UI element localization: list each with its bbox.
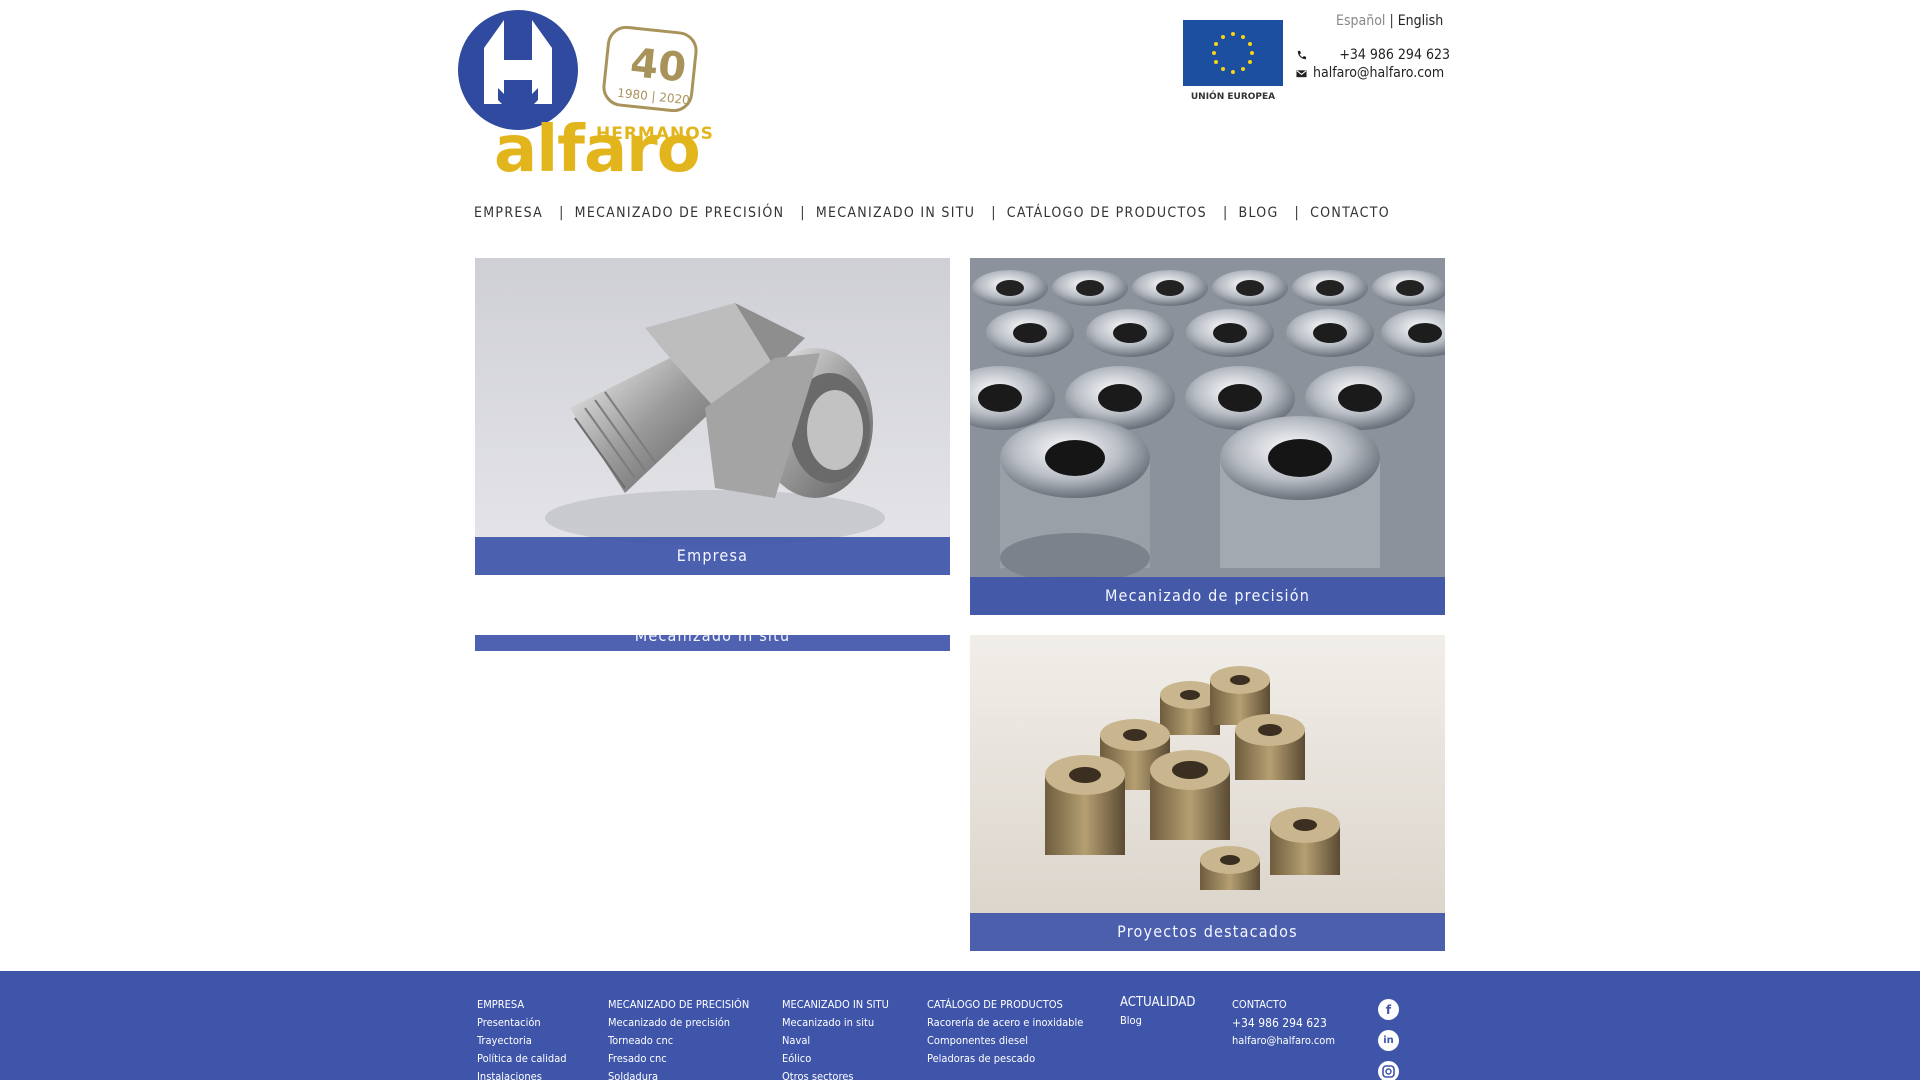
- lang-es-link[interactable]: Español: [1336, 13, 1385, 29]
- footer-link-politica-calidad[interactable]: Política de calidad: [477, 1050, 567, 1068]
- footer-email[interactable]: halfaro@halfaro.com: [1232, 1032, 1335, 1050]
- nav-item-contacto[interactable]: CONTACTO: [1310, 205, 1390, 221]
- machined-rings-photo: [970, 258, 1445, 615]
- tile-proyectos-destacados-label: Proyectos destacados: [970, 913, 1445, 951]
- anniversary-number: 40: [628, 40, 688, 92]
- footer-link-soldadura[interactable]: Soldadura: [608, 1068, 749, 1086]
- nav-separator: |: [1294, 205, 1301, 221]
- header-email-link[interactable]: halfaro@halfaro.com: [1313, 65, 1444, 81]
- footer-col-empresa: EMPRESA Presentación Trayectoria Polític…: [477, 996, 567, 1086]
- footer-heading-insitu[interactable]: MECANIZADO IN SITU: [782, 996, 889, 1014]
- lang-en-link[interactable]: English: [1398, 13, 1444, 29]
- social-links: f in: [1378, 999, 1399, 1082]
- facebook-icon[interactable]: f: [1378, 999, 1399, 1020]
- footer-link-torneado-cnc[interactable]: Torneado cnc: [608, 1032, 749, 1050]
- footer-link-otros-sectores[interactable]: Otros sectores: [782, 1068, 889, 1086]
- footer-link-peladoras[interactable]: Peladoras de pescado: [927, 1050, 1083, 1068]
- main-nav: EMPRESA | MECANIZADO DE PRECISIÓN | MECA…: [474, 205, 1390, 221]
- footer-col-precision: MECANIZADO DE PRECISIÓN Mecanizado de pr…: [608, 996, 749, 1086]
- bronze-parts-photo: [970, 635, 1445, 951]
- nav-separator: |: [991, 205, 997, 221]
- footer-heading-catalogo[interactable]: CATÁLOGO DE PRODUCTOS: [927, 996, 1083, 1014]
- linkedin-icon[interactable]: in: [1378, 1030, 1399, 1051]
- footer-link-mecanizado-in-situ[interactable]: Mecanizado in situ: [782, 1014, 889, 1032]
- tile-mecanizado-precision[interactable]: Mecanizado de precisión: [970, 258, 1445, 615]
- footer-link-componentes-diesel[interactable]: Componentes diesel: [927, 1032, 1083, 1050]
- nav-item-mecanizado-in-situ[interactable]: MECANIZADO IN SITU: [816, 205, 975, 221]
- instagram-icon[interactable]: [1378, 1061, 1399, 1082]
- footer-col-contacto: CONTACTO +34 986 294 623 halfaro@halfaro…: [1232, 996, 1335, 1050]
- tile-empresa-label: Empresa: [475, 537, 950, 575]
- header-phone: +34 986 294 623: [1296, 47, 1450, 63]
- language-switcher: Español | English: [1336, 13, 1443, 29]
- footer-link-instalaciones[interactable]: Instalaciones: [477, 1068, 567, 1086]
- footer-link-mecanizado-precision[interactable]: Mecanizado de precisión: [608, 1014, 749, 1032]
- footer-link-presentacion[interactable]: Presentación: [477, 1014, 567, 1032]
- nav-separator: |: [1222, 205, 1229, 221]
- footer-link-eolico[interactable]: Eólico: [782, 1050, 889, 1068]
- header-email: halfaro@halfaro.com: [1296, 65, 1444, 81]
- tile-mecanizado-precision-label: Mecanizado de precisión: [970, 577, 1445, 615]
- footer-heading-actualidad[interactable]: ACTUALIDAD: [1120, 994, 1195, 1012]
- footer-col-insitu: MECANIZADO IN SITU Mecanizado in situ Na…: [782, 996, 889, 1086]
- footer: EMPRESA Presentación Trayectoria Polític…: [0, 971, 1920, 1083]
- footer-heading-contacto[interactable]: CONTACTO: [1232, 996, 1335, 1014]
- footer-phone[interactable]: +34 986 294 623: [1232, 1014, 1335, 1032]
- footer-link-blog[interactable]: Blog: [1120, 1012, 1195, 1030]
- eu-flag: [1183, 20, 1283, 86]
- tile-mecanizado-in-situ[interactable]: Mecanizado in situ: [475, 635, 950, 651]
- lang-separator: |: [1389, 13, 1394, 29]
- phone-icon: [1297, 50, 1307, 59]
- tile-empresa[interactable]: Empresa: [475, 258, 950, 575]
- footer-col-catalogo: CATÁLOGO DE PRODUCTOS Racorería de acero…: [927, 996, 1083, 1068]
- nav-item-mecanizado-precision[interactable]: MECANIZADO DE PRECISIÓN: [575, 205, 785, 221]
- nav-separator: |: [559, 205, 565, 221]
- logo-wordmark: alfaro: [494, 113, 701, 187]
- nav-item-empresa[interactable]: EMPRESA: [474, 205, 543, 221]
- nav-item-blog[interactable]: BLOG: [1239, 205, 1279, 221]
- header-phone-number[interactable]: +34 986 294 623: [1339, 47, 1450, 63]
- envelope-icon: [1296, 69, 1307, 77]
- nav-separator: |: [800, 205, 806, 221]
- footer-heading-empresa[interactable]: EMPRESA: [477, 996, 567, 1014]
- elbow-fitting-photo: [475, 258, 950, 575]
- footer-link-fresado-cnc[interactable]: Fresado cnc: [608, 1050, 749, 1068]
- nav-item-catalogo[interactable]: CATÁLOGO DE PRODUCTOS: [1007, 205, 1207, 221]
- footer-link-racoreria[interactable]: Racorería de acero e inoxidable: [927, 1014, 1083, 1032]
- anniversary-badge: 40 1980 | 2020: [602, 26, 698, 112]
- footer-link-naval[interactable]: Naval: [782, 1032, 889, 1050]
- footer-heading-precision[interactable]: MECANIZADO DE PRECISIÓN: [608, 996, 749, 1014]
- footer-col-actualidad: ACTUALIDAD Blog: [1120, 994, 1195, 1030]
- eu-label: UNIÓN EUROPEA: [1190, 92, 1276, 102]
- tile-mecanizado-in-situ-label: Mecanizado in situ: [475, 635, 950, 651]
- tile-proyectos-destacados[interactable]: Proyectos destacados: [970, 635, 1445, 951]
- footer-link-trayectoria[interactable]: Trayectoria: [477, 1032, 567, 1050]
